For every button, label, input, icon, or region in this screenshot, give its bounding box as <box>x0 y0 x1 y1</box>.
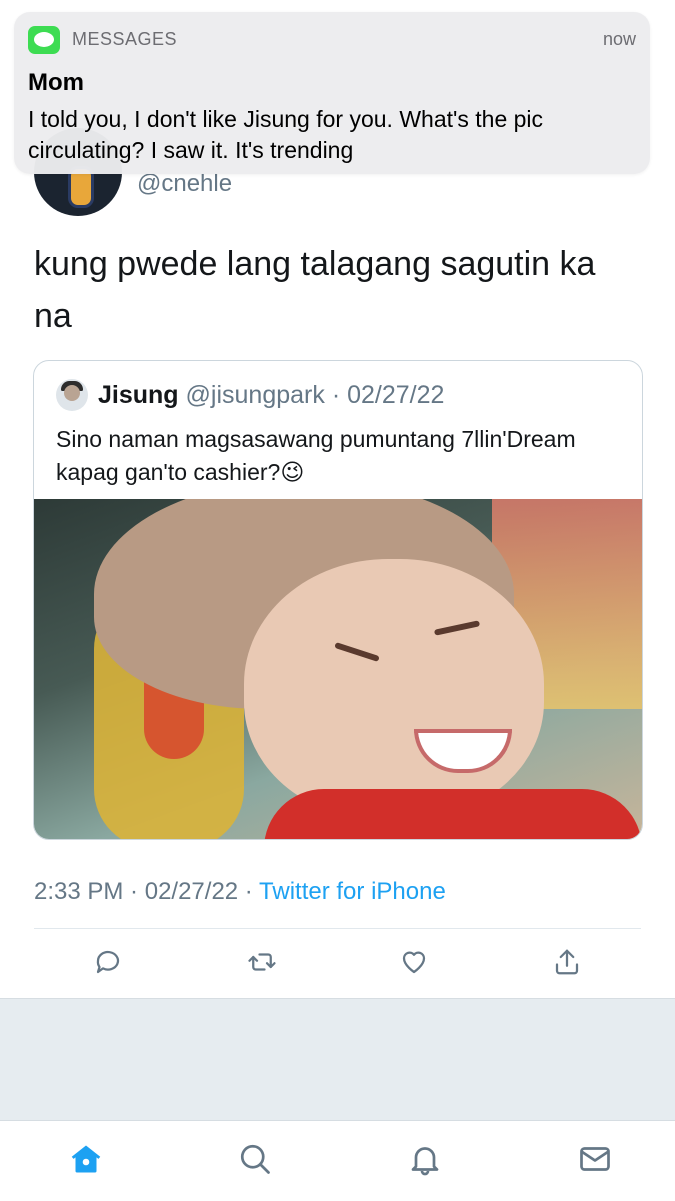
tweet-separator-1: · <box>123 878 145 905</box>
divider <box>34 928 641 929</box>
notification-time: now <box>602 29 636 49</box>
search-icon[interactable] <box>235 1139 275 1179</box>
home-icon[interactable] <box>66 1139 106 1179</box>
reply-icon[interactable] <box>88 942 128 982</box>
quoted-tweet-photo[interactable] <box>34 499 642 839</box>
quoted-tweet-text: Sino naman magsasawang pumuntang 7llin'D… <box>56 426 576 485</box>
like-icon[interactable] <box>394 942 434 982</box>
quoted-tweet-header: Jisung @jisungpark · 02/27/22 <box>98 381 444 410</box>
notification-app-name: MESSAGES <box>72 29 178 49</box>
quoted-author-avatar <box>56 379 88 411</box>
tweet-separator-2: · <box>238 878 260 905</box>
quoted-tweet-card[interactable]: Jisung @jisungpark · 02/27/22 Sino naman… <box>33 360 643 840</box>
tweet-text: kung pwede lang talagang sagutin ka na <box>34 245 596 335</box>
tweet-date: 02/27/22 <box>144 878 239 905</box>
quoted-author-name: Jisung <box>98 381 179 409</box>
tweet-client-link[interactable]: Twitter for iPhone <box>259 878 446 905</box>
notifications-icon[interactable] <box>405 1139 445 1179</box>
message-notification-banner[interactable]: MESSAGES now Mom I told you, I don't lik… <box>14 12 650 174</box>
share-icon[interactable] <box>547 942 587 982</box>
quoted-separator: · <box>324 381 348 409</box>
quoted-author-handle: @jisungpark <box>185 381 325 409</box>
bottom-tab-bar <box>0 1120 675 1201</box>
notification-sender: Mom <box>28 69 84 96</box>
messages-app-icon <box>28 26 60 54</box>
timeline-empty-area <box>0 998 675 1121</box>
quoted-date: 02/27/22 <box>347 381 445 409</box>
author-handle[interactable]: @cnehle <box>137 170 232 198</box>
tweet-timestamp: 2:33 PM · 02/27/22 · Twitter for iPhone <box>34 878 446 906</box>
tweet-action-bar <box>34 942 641 986</box>
notification-body: I told you, I don't like Jisung for you.… <box>28 106 544 163</box>
retweet-icon[interactable] <box>242 942 282 982</box>
messages-icon[interactable] <box>575 1139 615 1179</box>
tweet-time: 2:33 PM <box>34 878 124 905</box>
